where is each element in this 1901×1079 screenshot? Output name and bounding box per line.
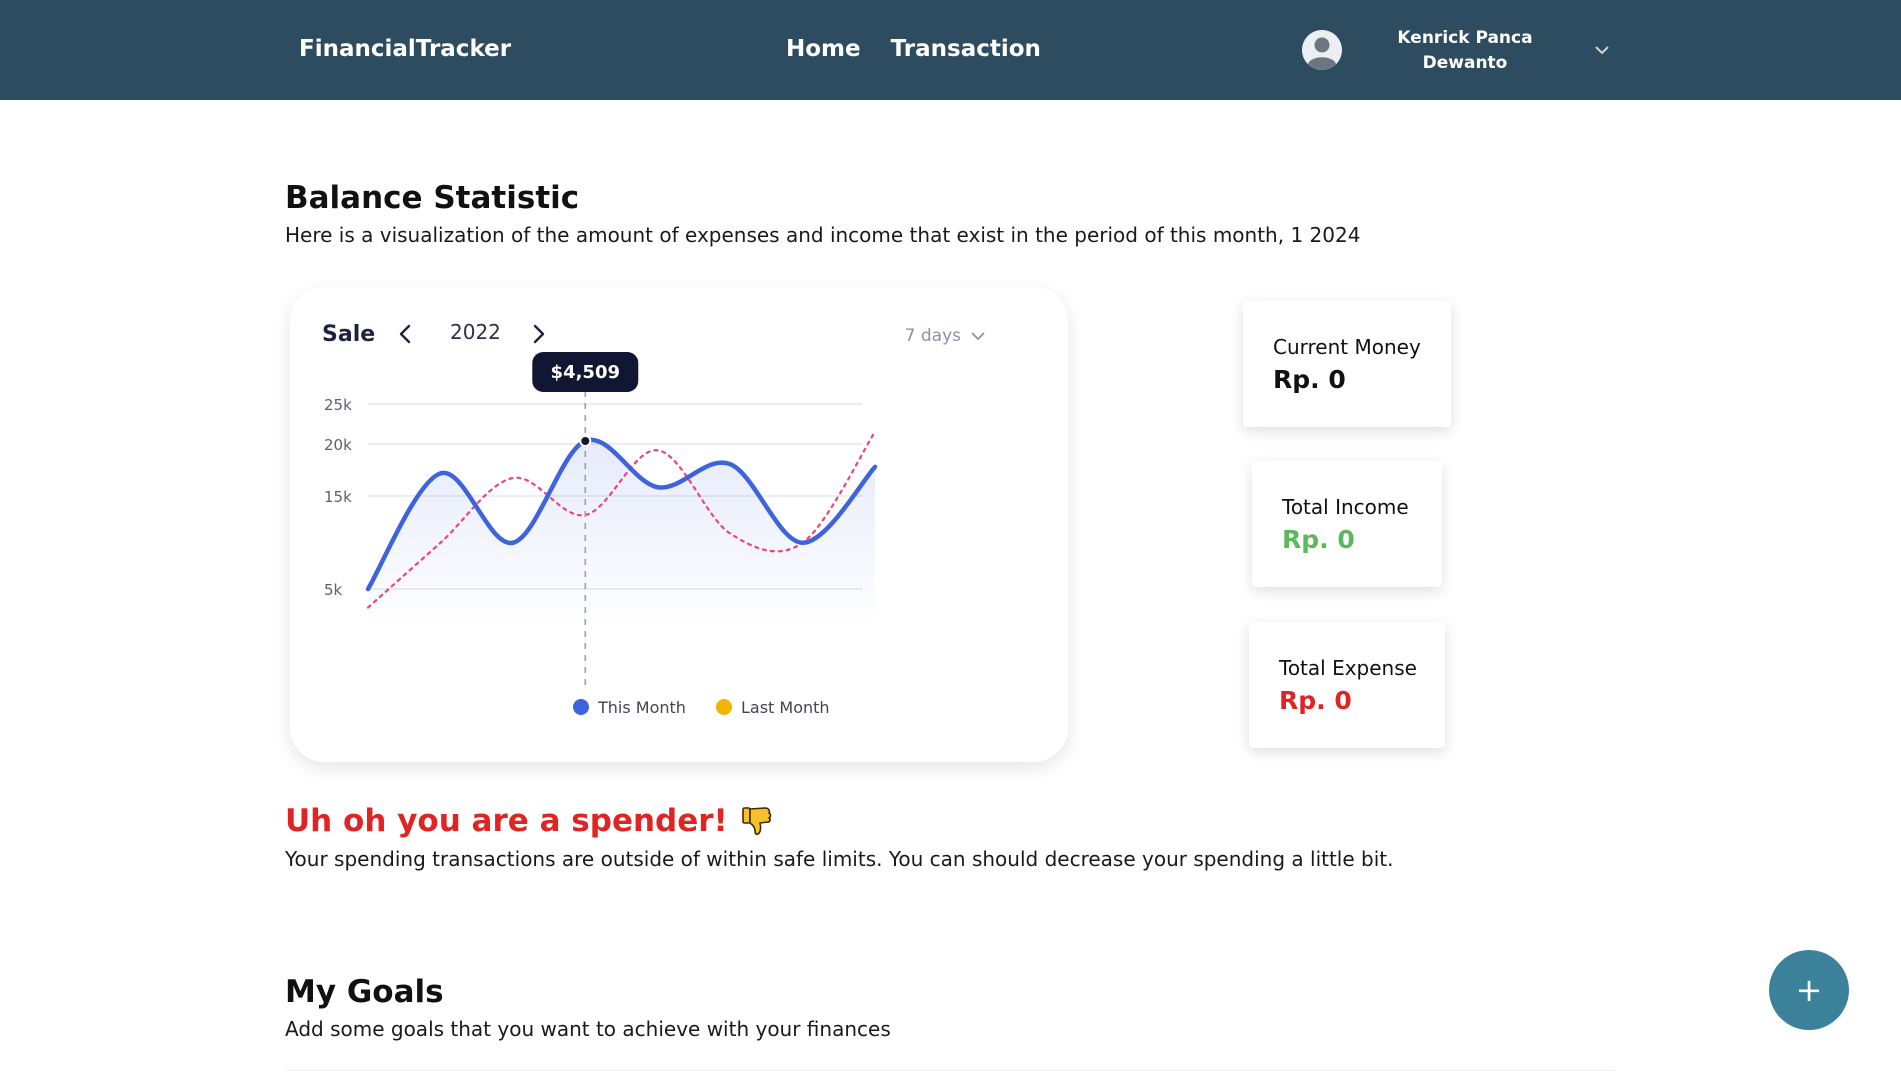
total-expense-value: Rp. 0 (1279, 686, 1352, 715)
nav-links: Home Transaction (786, 36, 1041, 62)
total-expense-label: Total Expense (1279, 656, 1417, 680)
legend-label-last-month: Last Month (741, 698, 830, 717)
last-month-point[interactable] (510, 475, 516, 481)
chart-legend: This Month Last Month (573, 698, 830, 717)
current-money-label: Current Money (1273, 335, 1421, 359)
this-month-point[interactable] (365, 586, 371, 592)
user-name[interactable]: Kenrick Panca Dewanto (1380, 26, 1550, 76)
legend-this-month[interactable]: This Month (573, 698, 686, 717)
next-year-button[interactable] (518, 320, 548, 350)
nav-link-transaction[interactable]: Transaction (891, 36, 1041, 62)
chevron-down-icon[interactable] (1590, 38, 1614, 62)
this-month-area (368, 439, 875, 627)
range-label: 7 days (905, 326, 961, 346)
top-navbar: FinancialTracker Home Transaction Kenric… (0, 0, 1901, 100)
chart-year: 2022 (450, 320, 501, 344)
legend-label-this-month: This Month (597, 698, 686, 717)
current-money-value: Rp. 0 (1273, 365, 1346, 394)
current-money-card: Current Money Rp. 0 (1243, 301, 1451, 427)
this-month-point[interactable] (655, 484, 661, 490)
spender-warning-title: Uh oh you are a spender! (285, 803, 774, 839)
tooltip-value: $4,509 (551, 362, 620, 383)
last-month-point[interactable] (365, 605, 371, 611)
y-tick-label: 15k (324, 488, 352, 506)
last-month-point[interactable] (800, 540, 806, 546)
last-month-point[interactable] (727, 531, 733, 537)
goals-container (285, 1070, 1615, 1079)
legend-dot-last-month (716, 699, 732, 715)
tooltip-point (579, 435, 592, 447)
last-month-point[interactable] (872, 429, 878, 435)
y-tick-label: 5k (324, 581, 343, 599)
this-month-point[interactable] (872, 464, 878, 470)
total-income-value: Rp. 0 (1282, 525, 1355, 554)
chart-tooltip: $4,509 (532, 352, 639, 392)
legend-last-month[interactable]: Last Month (716, 698, 830, 717)
last-month-point[interactable] (655, 447, 661, 453)
this-month-point[interactable] (727, 461, 733, 467)
user-name-last: Dewanto (1422, 53, 1508, 73)
y-axis-ticks: 25k 20k 15k 5k (324, 396, 352, 599)
sale-chart: Sale 2022 7 days 25k 20k 15k 5k $4,509 This… (322, 320, 985, 717)
total-income-card: Total Income Rp. 0 (1252, 461, 1442, 587)
thumbs-down-icon (740, 804, 774, 838)
goals-title: My Goals (285, 974, 444, 1010)
total-expense-card: Total Expense Rp. 0 (1249, 622, 1445, 748)
sale-chart-card: Sale 2022 7 days 25k 20k 15k 5k $4,509 T… (290, 287, 1068, 762)
range-dropdown[interactable]: 7 days (905, 326, 985, 346)
spender-warning-text: Uh oh you are a spender! (285, 803, 728, 839)
this-month-point[interactable] (437, 470, 443, 476)
balance-subtitle: Here is a visualization of the amount of… (285, 223, 1361, 247)
chevron-down-icon (971, 332, 985, 341)
page: FinancialTracker Home Transaction Kenric… (0, 0, 1901, 1079)
nav-link-home[interactable]: Home (786, 36, 861, 62)
user-avatar-icon[interactable] (1302, 30, 1342, 70)
this-month-point[interactable] (510, 540, 516, 546)
prev-year-button[interactable] (390, 320, 420, 350)
spender-warning-message: Your spending transactions are outside o… (285, 847, 1394, 871)
y-tick-label: 20k (324, 436, 352, 454)
balance-title: Balance Statistic (285, 180, 580, 216)
last-month-point[interactable] (437, 540, 443, 546)
y-tick-label: 25k (324, 396, 352, 414)
total-income-label: Total Income (1282, 495, 1409, 519)
add-button[interactable]: + (1769, 950, 1849, 1030)
brand-logo[interactable]: FinancialTracker (299, 36, 511, 62)
goals-subtitle: Add some goals that you want to achieve … (285, 1017, 891, 1041)
chart-title: Sale (322, 322, 375, 347)
user-name-first: Kenrick Panca (1397, 28, 1533, 48)
legend-dot-this-month (573, 699, 589, 715)
